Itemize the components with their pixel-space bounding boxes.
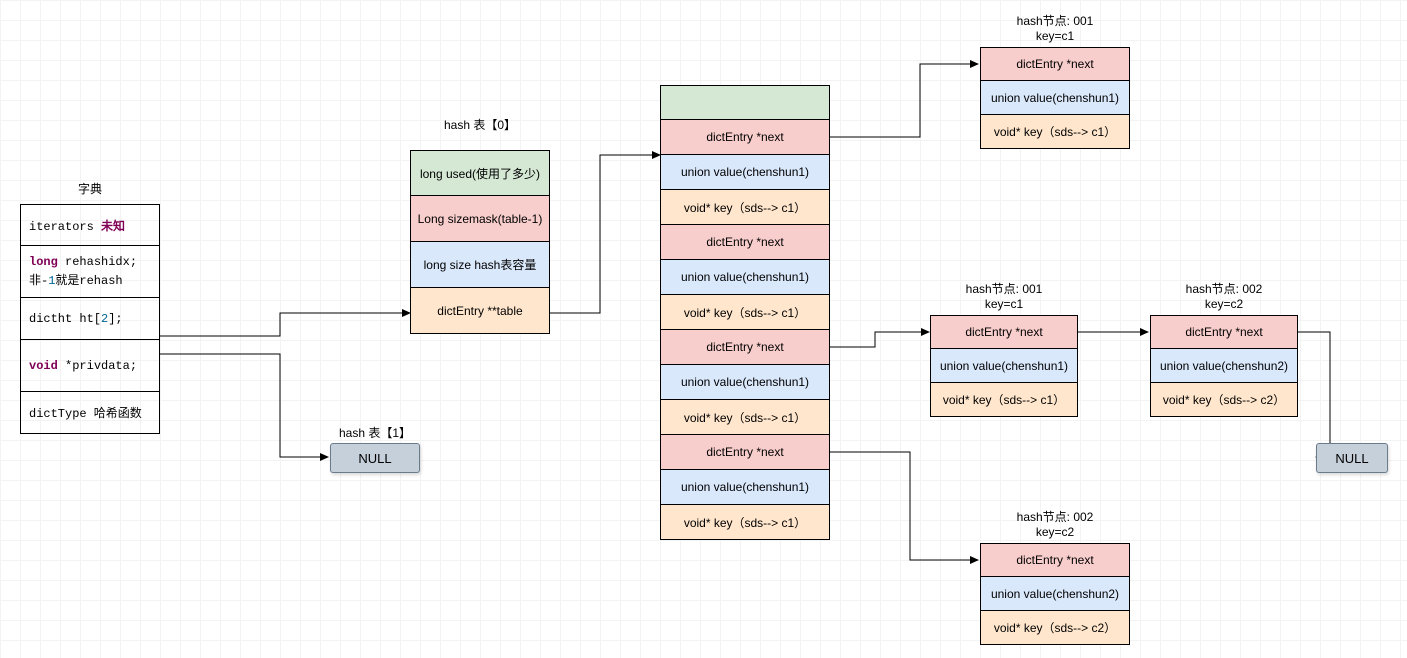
hash0-box: long used(使用了多少) Long sizemask(table-1) …	[410, 150, 550, 334]
buckets: dictEntry *next union value(chenshun1) v…	[660, 85, 830, 540]
bucket-row: void* key（sds--> c1）	[660, 190, 830, 225]
node-row: union value(chenshun2)	[980, 577, 1130, 611]
node-row: dictEntry *next	[980, 47, 1130, 81]
bucket-row: union value(chenshun1)	[660, 470, 830, 505]
nodeD-title: hash节点: 002 key=c2	[980, 508, 1130, 539]
dict-row: long rehashidx;非-1就是rehash	[20, 246, 160, 298]
nodeD-box: dictEntry *next union value(chenshun2) v…	[980, 543, 1130, 645]
hash1-null: NULL	[330, 443, 420, 473]
dict-row: void *privdata;	[20, 340, 160, 392]
node-row: void* key（sds--> c1）	[930, 383, 1078, 417]
node-row: dictEntry *next	[930, 315, 1078, 349]
dict-row: dictht ht[2];	[20, 298, 160, 340]
bucket-row: dictEntry *next	[660, 330, 830, 365]
node-row: union value(chenshun2)	[1150, 349, 1298, 383]
hash0-row: dictEntry **table	[410, 288, 550, 334]
hash1-title: hash 表【1】	[330, 424, 420, 441]
node-row: void* key（sds--> c1）	[980, 115, 1130, 149]
dict-title: 字典	[20, 180, 160, 197]
hash0-row: Long sizemask(table-1)	[410, 196, 550, 242]
bucket-row: void* key（sds--> c1）	[660, 400, 830, 435]
bucket-row: dictEntry *next	[660, 225, 830, 260]
bucket-row	[660, 85, 830, 120]
nodeC-box: dictEntry *next union value(chenshun2) v…	[1150, 315, 1298, 417]
node-row: void* key（sds--> c2）	[980, 611, 1130, 645]
dict-row: iterators 未知	[20, 204, 160, 246]
null-box: NULL	[1316, 443, 1388, 473]
bucket-row: void* key（sds--> c1）	[660, 295, 830, 330]
nodeA-box: dictEntry *next union value(chenshun1) v…	[980, 47, 1130, 149]
bucket-row: dictEntry *next	[660, 435, 830, 470]
dict-box: iterators 未知 long rehashidx;非-1就是rehash …	[20, 204, 160, 434]
nodeB-title: hash节点: 001 key=c1	[930, 280, 1078, 311]
nodeB-box: dictEntry *next union value(chenshun1) v…	[930, 315, 1078, 417]
node-row: dictEntry *next	[1150, 315, 1298, 349]
bucket-row: union value(chenshun1)	[660, 365, 830, 400]
node-row: union value(chenshun1)	[980, 81, 1130, 115]
bucket-row: dictEntry *next	[660, 120, 830, 155]
node-row: dictEntry *next	[980, 543, 1130, 577]
node-row: union value(chenshun1)	[930, 349, 1078, 383]
dict-row: dictType 哈希函数	[20, 392, 160, 434]
bucket-row: union value(chenshun1)	[660, 155, 830, 190]
nodeC-title: hash节点: 002 key=c2	[1150, 280, 1298, 311]
hash0-row: long used(使用了多少)	[410, 150, 550, 196]
node-row: void* key（sds--> c2）	[1150, 383, 1298, 417]
hash0-row: long size hash表容量	[410, 242, 550, 288]
bucket-row: void* key（sds--> c1）	[660, 505, 830, 540]
bucket-row: union value(chenshun1)	[660, 260, 830, 295]
hash0-title: hash 表【0】	[410, 116, 550, 133]
nodeA-title: hash节点: 001 key=c1	[980, 12, 1130, 43]
